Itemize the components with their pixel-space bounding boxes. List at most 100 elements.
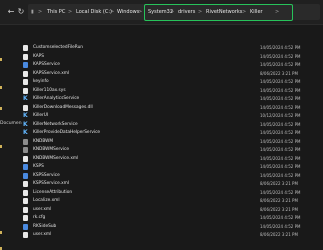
document-icon (23, 87, 28, 94)
file-date: 14/05/2024 4:52 PM (260, 189, 301, 195)
document-icon (23, 215, 28, 221)
list-item[interactable]: KNDBWM 14/05/2024 4:52 PM (22, 138, 322, 146)
list-item[interactable]: KNDBWMService.xml 14/05/2024 4:52 PM (22, 155, 322, 163)
list-item[interactable]: KNDBWMService 14/05/2024 4:52 PM (22, 146, 322, 154)
file-name: KillerDownloadMessages.dll (33, 104, 93, 110)
file-date: 14/05/2024 4:52 PM (260, 138, 301, 144)
file-date: 8/06/2022 3:21 PM (260, 198, 298, 203)
file-date: 14/05/2024 4:52 PM (260, 45, 301, 50)
file-date: 8/06/2022 3:21 PM (260, 181, 298, 186)
list-item[interactable]: CustomselectedFileRun 14/05/2024 4:52 PM (22, 44, 322, 52)
file-date: 14/05/2024 4:52 PM (260, 130, 301, 135)
chevron-right-icon: > (110, 9, 115, 15)
folder-icon[interactable] (0, 58, 2, 61)
document-icon (23, 232, 28, 238)
file-date: 14/05/2024 4:52 PM (260, 223, 301, 229)
folder-icon[interactable] (0, 86, 2, 89)
file-name: KillerAnalyticsService (33, 96, 80, 101)
list-item[interactable]: user.xml 8/06/2022 3:21 PM (22, 231, 322, 239)
file-name: KNDBWMService (33, 147, 69, 152)
address-bar: ← ↻ ▮ > This PC > Local Disk (C:) > Wind… (0, 0, 323, 25)
document-icon (23, 53, 28, 60)
list-item[interactable]: Killer110ax.sys 14/05/2024 4:52 PM (22, 87, 322, 95)
folder-icon[interactable] (0, 231, 2, 234)
file-name: user.xml (33, 232, 52, 237)
chevron-right-icon: > (275, 9, 280, 15)
file-date: 14/05/2024 4:52 PM (260, 104, 301, 110)
list-item[interactable]: K KillerProvideDataHelperService 14/05/2… (22, 129, 322, 137)
breadcrumb-local-disk[interactable]: Local Disk (C:) (76, 4, 112, 20)
refresh-icon[interactable]: ↻ (16, 6, 26, 18)
list-item[interactable]: K KillerUI 10/12/2024 4:52 PM (22, 112, 322, 120)
pc-icon: ▮ (31, 9, 34, 15)
killer-logo-icon: K (23, 112, 28, 119)
file-date: 14/05/2024 4:52 PM (260, 147, 301, 152)
list-item[interactable]: K KillerNetworkService 14/05/2024 4:52 P… (22, 121, 322, 129)
list-item[interactable]: user.xml 8/06/2022 3:21 PM (22, 206, 322, 214)
breadcrumb[interactable]: ▮ > This PC > Local Disk (C:) > Windows … (28, 4, 320, 21)
file-name: Killer110ax.sys (33, 87, 66, 93)
list-item[interactable]: KAPSService 14/05/2024 4:52 PM (22, 61, 322, 69)
navigation-pane: Documen (0, 25, 22, 250)
folder-icon[interactable] (0, 107, 2, 110)
file-name: KAPSService (33, 62, 60, 67)
file-name: KAPS (33, 53, 45, 59)
file-date: 14/05/2024 4:52 PM (260, 79, 301, 84)
file-date: 14/05/2024 4:52 PM (260, 164, 301, 169)
document-icon (23, 206, 28, 213)
list-item[interactable]: LicenseAttribution 14/05/2024 4:52 PM (22, 189, 322, 197)
list-item[interactable]: rk.cfg 14/05/2024 4:52 PM (22, 214, 322, 222)
document-icon (23, 198, 28, 204)
file-date: 14/05/2024 4:52 PM (260, 53, 301, 59)
file-date: 14/05/2024 4:52 PM (260, 121, 301, 127)
file-date: 8/06/2022 3:21 PM (260, 70, 298, 76)
file-name: CustomselectedFileRun (33, 45, 84, 50)
file-date: 14/05/2024 4:52 PM (260, 96, 301, 101)
killer-logo-icon: K (23, 129, 28, 136)
document-icon (23, 104, 28, 111)
list-item[interactable]: RKSideSub 14/05/2024 4:52 PM (22, 223, 322, 231)
application-icon (23, 138, 28, 145)
breadcrumb-this-pc[interactable]: This PC (47, 4, 65, 20)
killer-logo-icon: K (23, 120, 28, 128)
breadcrumb-killer[interactable]: Killer (250, 4, 263, 20)
application-icon (23, 164, 28, 170)
breadcrumb-rivetnetworks[interactable]: RivetNetworks (206, 4, 242, 20)
file-name: KNDBWM (33, 138, 54, 144)
application-icon (23, 147, 28, 153)
list-item[interactable]: K KillerAnalyticsService 14/05/2024 4:52… (22, 95, 322, 103)
file-name: KAPSService.xml (33, 70, 70, 76)
file-date: 14/05/2024 4:52 PM (260, 215, 301, 220)
file-name: KSPSService (33, 172, 60, 178)
application-icon (23, 223, 28, 230)
list-item[interactable]: keyinfo 14/05/2024 4:52 PM (22, 78, 322, 86)
list-item[interactable]: KAPSService.xml 8/06/2022 3:21 PM (22, 70, 322, 78)
file-date: 10/12/2024 4:52 PM (260, 113, 301, 118)
sidebar-item-documents[interactable]: Documen (0, 121, 22, 126)
breadcrumb-drivers[interactable]: drivers (178, 4, 195, 20)
chevron-right-icon: > (138, 9, 143, 15)
file-explorer-window: ← ↻ ▮ > This PC > Local Disk (C:) > Wind… (0, 0, 323, 250)
file-name: Localize.xml (33, 198, 60, 203)
chevron-right-icon: > (198, 9, 203, 15)
list-item[interactable]: KillerDownloadMessages.dll 14/05/2024 4:… (22, 104, 322, 112)
document-icon (23, 79, 28, 85)
killer-logo-icon: K (23, 95, 28, 102)
list-item[interactable]: KAPS 14/05/2024 4:52 PM (22, 53, 322, 61)
chevron-right-icon: > (242, 9, 247, 15)
file-name: rk.cfg (33, 215, 46, 220)
list-item[interactable]: KSPS 14/05/2024 4:52 PM (22, 163, 322, 171)
list-item[interactable]: KSPSService.xml 8/06/2022 3:21 PM (22, 180, 322, 188)
document-icon (23, 189, 28, 196)
document-icon (23, 155, 28, 162)
list-item[interactable]: KSPSService 14/05/2024 4:52 PM (22, 172, 322, 180)
application-icon (23, 172, 28, 179)
file-date: 14/05/2024 4:52 PM (260, 87, 301, 93)
folder-icon[interactable] (0, 145, 2, 148)
back-arrow-icon[interactable]: ← (6, 6, 16, 18)
chevron-right-icon: > (68, 9, 73, 15)
file-name: KSPS (33, 164, 44, 169)
application-icon (23, 62, 28, 68)
list-item[interactable]: Localize.xml 8/06/2022 3:21 PM (22, 197, 322, 205)
breadcrumb-windows[interactable]: Windows (117, 4, 139, 20)
